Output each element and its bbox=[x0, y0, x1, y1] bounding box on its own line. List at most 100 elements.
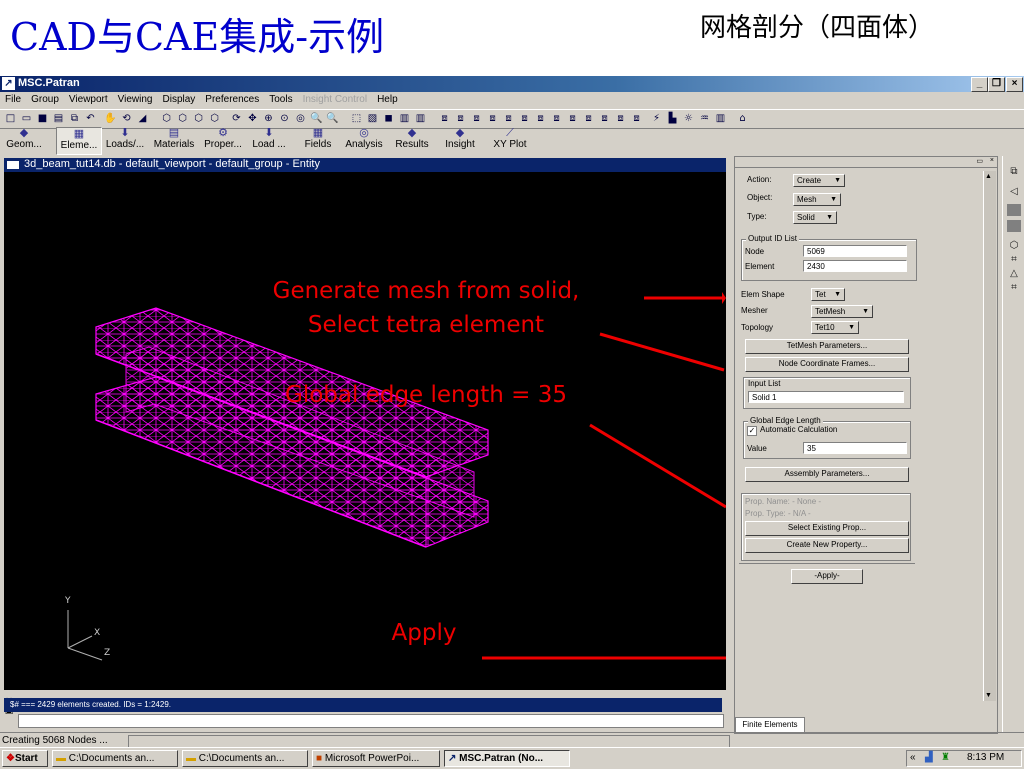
menu-viewing[interactable]: Viewing bbox=[113, 92, 158, 105]
zoom-box-icon[interactable]: ◎ bbox=[294, 112, 307, 125]
face-pick-icon[interactable]: ⌗ bbox=[1007, 254, 1021, 266]
spectrum-icon[interactable]: ♒ bbox=[698, 112, 711, 125]
copy-form-icon[interactable]: ⧉ bbox=[1007, 166, 1021, 178]
undo-icon[interactable]: ↶ bbox=[84, 112, 97, 125]
node-size-icon[interactable]: ⧈ bbox=[438, 112, 451, 125]
pick-filter-icon[interactable] bbox=[1007, 204, 1021, 216]
view-iso-icon[interactable]: ⬡ bbox=[208, 112, 221, 125]
node-id-input[interactable]: 5069 bbox=[803, 245, 907, 257]
taskbar-item-powerpoint[interactable]: ■ Microsoft PowerPoi... bbox=[312, 750, 440, 767]
pick-filter2-icon[interactable] bbox=[1007, 220, 1021, 232]
zoom-icon[interactable]: ◢ bbox=[136, 112, 149, 125]
maximize-button[interactable]: ❐ bbox=[988, 77, 1005, 92]
menu-file[interactable]: File bbox=[0, 92, 26, 105]
hide-icon[interactable]: ⧈ bbox=[550, 112, 563, 125]
scroll-up-icon[interactable]: ▲ bbox=[985, 173, 992, 180]
edge-length-input[interactable]: 35 bbox=[803, 442, 907, 454]
start-button[interactable]: ❖Start bbox=[2, 750, 48, 767]
app-loads-bcs[interactable]: ⬇ Loads/... bbox=[102, 127, 148, 153]
scroll-down-icon[interactable]: ▼ bbox=[985, 692, 992, 699]
network-icon[interactable]: ▟ bbox=[925, 752, 933, 763]
menu-help[interactable]: Help bbox=[372, 92, 403, 105]
tray-expand-icon[interactable]: « bbox=[910, 752, 916, 763]
object-dropdown[interactable]: Mesh bbox=[793, 193, 841, 206]
form-close-icon[interactable]: × bbox=[990, 157, 994, 164]
menu-preferences[interactable]: Preferences bbox=[200, 92, 264, 105]
free-edge-icon[interactable]: ⧈ bbox=[470, 112, 483, 125]
taskbar-item-documents-1[interactable]: ▬ C:\Documents an... bbox=[52, 750, 178, 767]
apply-button[interactable]: -Apply- bbox=[791, 569, 863, 584]
deform-icon[interactable]: ⧈ bbox=[614, 112, 627, 125]
zoom-in-icon[interactable]: 🔍 bbox=[326, 112, 339, 125]
auto-calc-checkbox[interactable]: ✓ bbox=[747, 426, 757, 436]
app-properties[interactable]: ⚙ Proper... bbox=[200, 127, 246, 153]
rotate-icon[interactable]: ⟲ bbox=[120, 112, 133, 125]
create-new-property-button[interactable]: Create New Property... bbox=[745, 538, 909, 553]
assembly-parameters-button[interactable]: Assembly Parameters... bbox=[745, 467, 909, 482]
view-side-icon[interactable]: ⬡ bbox=[192, 112, 205, 125]
type-dropdown[interactable]: Solid bbox=[793, 211, 837, 224]
label-icon[interactable]: ▥ bbox=[398, 112, 411, 125]
hidden-line-icon[interactable]: ▧ bbox=[366, 112, 379, 125]
form-restore-icon[interactable]: ▭ bbox=[976, 157, 983, 165]
input-list-field[interactable]: Solid 1 bbox=[748, 391, 904, 403]
rotate-model-icon[interactable]: ⊙ bbox=[278, 112, 291, 125]
dup-node-icon[interactable]: ⧈ bbox=[486, 112, 499, 125]
tray-app-icon[interactable]: ♜ bbox=[941, 752, 950, 763]
elem-shape-dropdown[interactable]: Tet bbox=[811, 288, 845, 301]
tetmesh-parameters-button[interactable]: TetMesh Parameters... bbox=[745, 339, 909, 354]
app-load-cases[interactable]: ⬇ Load ... bbox=[248, 127, 290, 153]
edge-pick-icon[interactable]: △ bbox=[1007, 268, 1021, 280]
menu-tools[interactable]: Tools bbox=[264, 92, 297, 105]
home-icon[interactable]: ⌂ bbox=[736, 112, 749, 125]
view-top-icon[interactable]: ⬡ bbox=[176, 112, 189, 125]
solid-pick-icon[interactable]: ⬡ bbox=[1007, 240, 1021, 252]
pan-icon[interactable]: ✋ bbox=[104, 112, 117, 125]
form-scrollbar[interactable]: ▲ ▼ bbox=[983, 171, 996, 701]
vector-icon[interactable]: ⧈ bbox=[582, 112, 595, 125]
select-existing-prop-button[interactable]: Select Existing Prop... bbox=[745, 521, 909, 536]
app-geometry[interactable]: ◆ Geom... bbox=[2, 127, 46, 153]
close-button[interactable]: × bbox=[1006, 77, 1023, 92]
label-off-icon[interactable]: ▥ bbox=[414, 112, 427, 125]
topology-dropdown[interactable]: Tet10 bbox=[811, 321, 859, 334]
shrink-icon[interactable]: ⧈ bbox=[454, 112, 467, 125]
open-icon[interactable]: ▭ bbox=[20, 112, 33, 125]
coord-icon[interactable]: ⧈ bbox=[566, 112, 579, 125]
select-menu-icon[interactable]: ◁ bbox=[1007, 186, 1021, 198]
node-coordinate-frames-button[interactable]: Node Coordinate Frames... bbox=[745, 357, 909, 372]
vertex-pick-icon[interactable]: ⌗ bbox=[1007, 282, 1021, 294]
plot-erase-icon[interactable]: ⧈ bbox=[518, 112, 531, 125]
refresh-icon[interactable]: ⟳ bbox=[230, 112, 243, 125]
command-input[interactable] bbox=[18, 714, 724, 728]
view-front-icon[interactable]: ⬡ bbox=[160, 112, 173, 125]
element-id-input[interactable]: 2430 bbox=[803, 260, 907, 272]
taskbar-item-patran[interactable]: ↗ MSC.Patran (No... bbox=[444, 750, 570, 767]
tab-finite-elements[interactable]: Finite Elements bbox=[735, 717, 805, 733]
light-icon[interactable]: ☼ bbox=[682, 112, 695, 125]
menu-viewport[interactable]: Viewport bbox=[64, 92, 113, 105]
print-icon[interactable]: ▤ bbox=[52, 112, 65, 125]
mesh-seed-icon[interactable]: ⧈ bbox=[502, 112, 515, 125]
app-fields[interactable]: ▦ Fields bbox=[298, 127, 338, 153]
reset-graphics-icon[interactable]: ⚡ bbox=[650, 112, 663, 125]
zoom-out-icon[interactable]: 🔍 bbox=[310, 112, 323, 125]
wireframe-icon[interactable]: ⬚ bbox=[350, 112, 363, 125]
app-insight[interactable]: ◆ Insight bbox=[440, 127, 480, 153]
taskbar-item-documents-2[interactable]: ▬ C:\Documents an... bbox=[182, 750, 308, 767]
range-icon[interactable]: ▥ bbox=[714, 112, 727, 125]
graphics-viewport[interactable]: Generate mesh from solid, Select tetra e… bbox=[4, 172, 726, 690]
fit-icon[interactable]: ✥ bbox=[246, 112, 259, 125]
app-elements[interactable]: ▦ Eleme... bbox=[56, 127, 102, 155]
app-materials[interactable]: ▤ Materials bbox=[150, 127, 198, 153]
clear-icon[interactable]: ▙ bbox=[666, 112, 679, 125]
minimize-button[interactable]: _ bbox=[971, 77, 988, 92]
save-icon[interactable]: ■ bbox=[36, 112, 49, 125]
copy-icon[interactable]: ⧉ bbox=[68, 112, 81, 125]
shaded-icon[interactable]: ◼ bbox=[382, 112, 395, 125]
contour-icon[interactable]: ⧈ bbox=[630, 112, 643, 125]
menu-group[interactable]: Group bbox=[26, 92, 64, 105]
action-dropdown[interactable]: Create bbox=[793, 174, 845, 187]
app-analysis[interactable]: ◎ Analysis bbox=[342, 127, 386, 153]
app-results[interactable]: ◆ Results bbox=[392, 127, 432, 153]
